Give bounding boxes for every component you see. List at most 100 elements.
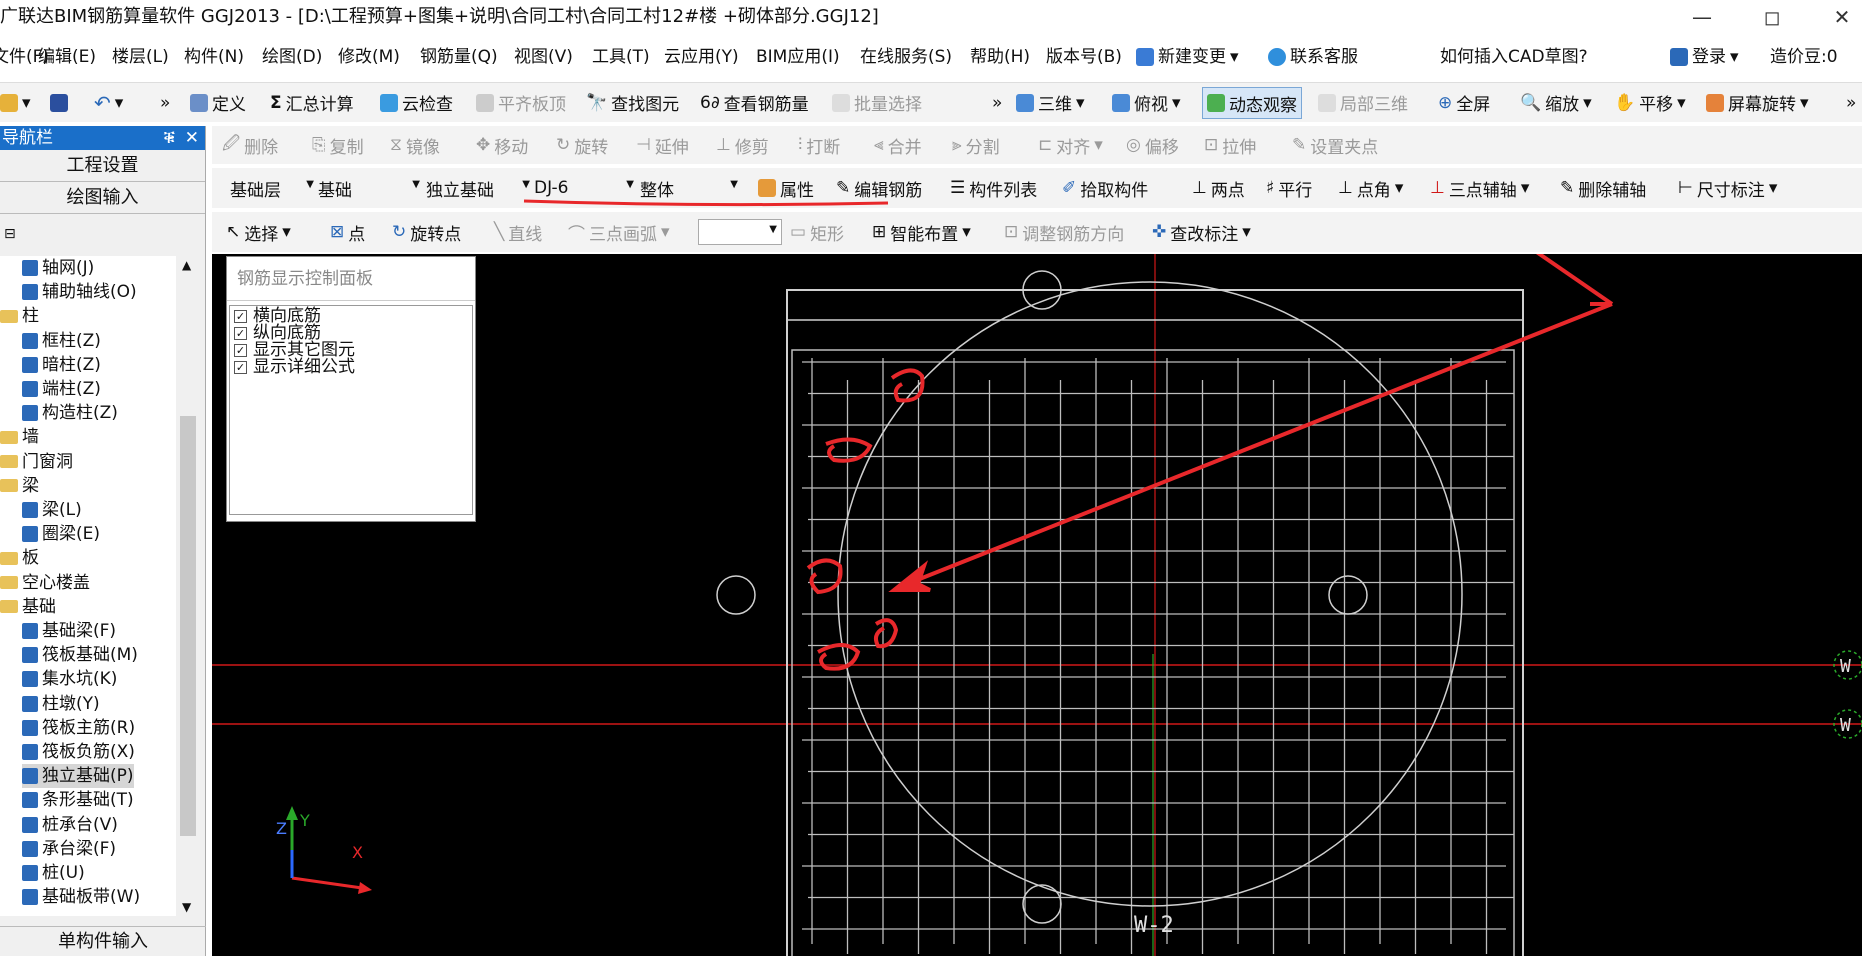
tree-item[interactable]: 圈梁(E): [22, 522, 100, 546]
scroll-down-icon[interactable]: ▼: [182, 900, 191, 914]
split-button[interactable]: ⫸ 分割: [952, 126, 1000, 164]
tree-item[interactable]: 筏板主筋(R): [22, 716, 135, 740]
edit-mark-button[interactable]: ✜ 查改标注 ▾: [1152, 212, 1251, 252]
smart-layout-button[interactable]: ⊞ 智能布置 ▾: [872, 212, 971, 252]
three-point-axis-button[interactable]: ⊥ 三点辅轴 ▾: [1430, 168, 1529, 208]
menu-draw[interactable]: 绘图(D): [262, 38, 322, 76]
tree-item[interactable]: 桩承台(V): [22, 813, 118, 837]
tree-item[interactable]: 轴网(J): [22, 256, 94, 280]
open-icon[interactable]: ▾: [0, 83, 31, 122]
offset-button[interactable]: ◎ 偏移: [1126, 126, 1179, 164]
tree-item[interactable]: 桩(U): [22, 861, 85, 885]
tree-item[interactable]: 柱: [0, 304, 39, 328]
menu-rebar[interactable]: 钢筋量(Q): [420, 38, 498, 76]
pin-icon[interactable]: ቑ: [163, 126, 175, 150]
tree-item[interactable]: 承台梁(F): [22, 837, 116, 861]
part-select[interactable]: 整体 ▼: [636, 175, 742, 201]
menu-edit[interactable]: 编辑(E): [38, 38, 96, 76]
define-button[interactable]: 定义: [190, 83, 246, 122]
login-button[interactable]: 登录 ▾: [1670, 38, 1739, 76]
mirror-button[interactable]: ⧖ 镜像: [390, 126, 440, 164]
extend-button[interactable]: ⊣ 延伸: [636, 126, 689, 164]
tree-item[interactable]: 墙: [0, 425, 39, 449]
edit-rebar-button[interactable]: ✎ 编辑钢筋: [836, 168, 922, 208]
component-list-button[interactable]: ☰ 构件列表: [950, 168, 1037, 208]
draw-mode-select[interactable]: ▼: [698, 219, 782, 245]
tree-item[interactable]: 空心楼盖: [0, 571, 90, 595]
delete-axis-button[interactable]: ✎ 删除辅轴: [1560, 168, 1646, 208]
calc-button[interactable]: Σ 汇总计算: [270, 83, 354, 122]
menu-component[interactable]: 构件(N): [184, 38, 244, 76]
checkbox[interactable]: ✓: [234, 344, 247, 357]
project-settings-button[interactable]: 工程设置: [0, 150, 205, 182]
point-angle-button[interactable]: ⊥ 点角 ▾: [1338, 168, 1403, 208]
tree-item[interactable]: 基础梁(F): [22, 619, 116, 643]
scroll-thumb[interactable]: [180, 416, 196, 836]
tree-item[interactable]: 柱墩(Y): [22, 692, 100, 716]
menu-floor[interactable]: 楼层(L): [112, 38, 169, 76]
tree-item[interactable]: 独立基础(P): [22, 764, 134, 789]
menu-view[interactable]: 视图(V): [514, 38, 573, 76]
merge-button[interactable]: ⫷ 合并: [874, 126, 922, 164]
scroll-up-icon[interactable]: ▲: [182, 258, 191, 272]
menu-version[interactable]: 版本号(B): [1046, 38, 1122, 76]
select-button[interactable]: ↖ 选择 ▾: [226, 212, 291, 252]
align-button[interactable]: ⊏ 对齐 ▾: [1038, 126, 1103, 164]
menu-help[interactable]: 帮助(H): [970, 38, 1030, 76]
tree-item[interactable]: 辅助轴线(O): [22, 280, 137, 304]
stretch-button[interactable]: ⊡ 拉伸: [1204, 126, 1256, 164]
more-chevron-icon[interactable]: »: [1846, 83, 1856, 122]
move-button[interactable]: ✥ 移动: [476, 126, 528, 164]
collapse-icon[interactable]: ⊟: [4, 226, 16, 242]
break-button[interactable]: ⫶ 打断: [798, 126, 840, 164]
tree-item[interactable]: 构造柱(Z): [22, 401, 118, 425]
top-view-button[interactable]: 俯视 ▾: [1112, 83, 1181, 122]
tree-item[interactable]: 基础: [0, 595, 56, 619]
tree-item[interactable]: 筏板负筋(X): [22, 740, 135, 764]
checkbox[interactable]: ✓: [234, 361, 247, 374]
parallel-button[interactable]: ♯ 平行: [1266, 168, 1312, 208]
menu-cloud[interactable]: 云应用(Y): [664, 38, 739, 76]
tree-item[interactable]: 暗柱(Z): [22, 353, 101, 377]
view3d-button[interactable]: 三维 ▾: [1016, 83, 1085, 122]
point-button[interactable]: ⊠ 点: [330, 212, 365, 252]
menu-tools[interactable]: 工具(T): [592, 38, 650, 76]
screen-rotate-button[interactable]: 屏幕旋转 ▾: [1706, 83, 1809, 122]
menu-modify[interactable]: 修改(M): [338, 38, 400, 76]
tree-item[interactable]: 门窗洞: [0, 450, 73, 474]
rotate-button[interactable]: ↻ 旋转: [556, 126, 608, 164]
save-icon[interactable]: [50, 83, 68, 122]
menu-online[interactable]: 在线服务(S): [860, 38, 952, 76]
tree-item[interactable]: 梁: [0, 474, 39, 498]
pick-component-button[interactable]: ✐ 拾取构件: [1062, 168, 1148, 208]
arc-button[interactable]: ⌒ 三点画弧 ▾: [568, 212, 670, 252]
flat-top-button[interactable]: 平齐板顶: [476, 83, 566, 122]
menu-contact[interactable]: 联系客服: [1268, 38, 1358, 76]
minimize-button[interactable]: —: [1672, 0, 1732, 34]
pan-button[interactable]: ✋ 平移 ▾: [1614, 83, 1686, 122]
batch-select-button[interactable]: 批量选择: [832, 83, 922, 122]
delete-button[interactable]: 🖉 删除: [222, 126, 278, 164]
tree-scrollbar[interactable]: ▲ ▼: [178, 256, 198, 916]
dynamic-view-button[interactable]: 动态观察: [1202, 87, 1302, 119]
maximize-button[interactable]: ◻: [1742, 0, 1802, 34]
tree-item[interactable]: 框柱(Z): [22, 329, 101, 353]
rotate-point-button[interactable]: ↻ 旋转点: [392, 212, 461, 252]
properties-button[interactable]: 属性: [758, 168, 814, 208]
menu-bim[interactable]: BIM应用(I): [756, 38, 840, 76]
dimension-button[interactable]: ⊢ 尺寸标注 ▾: [1678, 168, 1777, 208]
trim-button[interactable]: ⊥ 修剪: [716, 126, 769, 164]
checkbox[interactable]: ✓: [234, 327, 247, 340]
drawing-input-button[interactable]: 绘图输入: [0, 182, 205, 214]
checkbox[interactable]: ✓: [234, 310, 247, 323]
tree-item[interactable]: 基础板带(W): [22, 885, 140, 909]
zoom-button[interactable]: 🔍 缩放 ▾: [1520, 83, 1592, 122]
single-input-button[interactable]: 单构件输入: [0, 926, 206, 956]
close-button[interactable]: ✕: [1812, 0, 1862, 34]
floor-select[interactable]: 基础层 ▼: [226, 175, 318, 201]
copy-button[interactable]: ⎘ 复制: [312, 126, 364, 164]
more-chevron-icon[interactable]: »: [160, 83, 170, 122]
adjust-direction-button[interactable]: ⊡ 调整钢筋方向: [1004, 212, 1124, 252]
nav-close-icon[interactable]: ✕: [185, 126, 199, 150]
view-rebar-button[interactable]: 6∂ 查看钢筋量: [700, 83, 809, 122]
